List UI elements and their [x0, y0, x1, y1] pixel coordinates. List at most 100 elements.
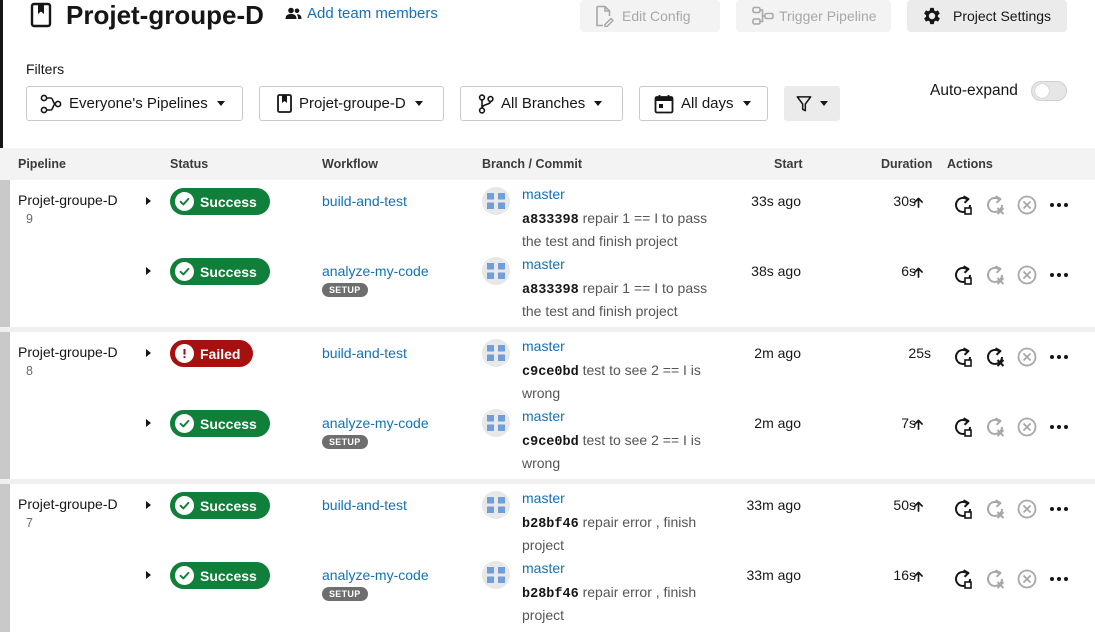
project-settings-button[interactable]: Project Settings [907, 0, 1067, 32]
status-label: Failed [200, 345, 241, 362]
more-actions-icon[interactable] [1047, 567, 1071, 591]
exclamation-icon [175, 344, 194, 363]
avatar [482, 409, 510, 437]
cancel-workflow-icon[interactable] [1015, 497, 1039, 521]
days-filter-dropdown[interactable]: All days [639, 86, 768, 121]
file-edit-icon [596, 5, 614, 27]
edit-config-button[interactable]: Edit Config [580, 0, 720, 32]
rerun-failed-jobs-icon[interactable] [983, 415, 1007, 439]
branch-link[interactable]: master [522, 338, 565, 354]
pipelines-page: Projet-groupe-D Add team members Edit Co… [0, 0, 1095, 632]
trigger-pipeline-button[interactable]: Trigger Pipeline [736, 0, 891, 32]
status-label: Success [200, 193, 257, 210]
setup-badge: SETUP [322, 283, 368, 297]
avatar [482, 491, 510, 519]
chevron-down-icon [594, 101, 603, 106]
cancel-workflow-icon[interactable] [1015, 415, 1039, 439]
rerun-workflow-icon[interactable] [951, 193, 975, 217]
rerun-workflow-icon[interactable] [951, 497, 975, 521]
workflow-link[interactable]: build-and-test [322, 193, 407, 209]
branch-link[interactable]: master [522, 490, 565, 506]
status-badge: Success [170, 562, 270, 589]
cancel-workflow-icon[interactable] [1015, 345, 1039, 369]
pipelines-filter-dropdown[interactable]: Everyone's Pipelines [26, 86, 243, 121]
page-title: Projet-groupe-D [66, 0, 264, 30]
status-badge: Success [170, 258, 270, 285]
status-label: Success [200, 497, 257, 514]
status-badge: Success [170, 410, 270, 437]
workflow-icon [40, 94, 62, 113]
pipeline-icon [752, 6, 774, 25]
filters-label: Filters [26, 61, 65, 77]
workflow-row: Failed build-and-test master c9ce0bd test t… [0, 332, 1091, 402]
workflow-link[interactable]: analyze-my-code [322, 567, 429, 583]
workflow-link[interactable]: build-and-test [322, 497, 407, 513]
setup-badge: SETUP [322, 435, 368, 449]
start-time: 33s ago [751, 193, 801, 209]
cancel-workflow-icon[interactable] [1015, 193, 1039, 217]
more-actions-icon[interactable] [1047, 497, 1071, 521]
branch-link[interactable]: master [522, 408, 565, 424]
column-header-pipeline: Pipeline [18, 157, 66, 171]
setup-badge: SETUP [322, 587, 368, 601]
commit-hash[interactable]: c9ce0bd [522, 435, 579, 450]
expand-chevron-icon[interactable] [146, 349, 151, 357]
auto-expand-toggle[interactable] [1031, 81, 1067, 101]
rerun-workflow-icon[interactable] [951, 263, 975, 287]
commit-hash[interactable]: c9ce0bd [522, 365, 579, 380]
add-team-members-label: Add team members [307, 5, 438, 22]
chevron-down-icon [742, 101, 751, 106]
add-team-members-link[interactable]: Add team members [285, 5, 438, 22]
more-actions-icon[interactable] [1047, 263, 1071, 287]
expand-chevron-icon[interactable] [146, 501, 151, 509]
commit-hash[interactable]: b28bf46 [522, 587, 579, 602]
rerun-workflow-icon[interactable] [951, 567, 975, 591]
status-badge: Success [170, 188, 270, 215]
arrow-up-icon [913, 499, 924, 517]
cancel-workflow-icon[interactable] [1015, 263, 1039, 287]
rerun-failed-jobs-icon[interactable] [983, 567, 1007, 591]
commit-info: c9ce0bd test to see 2 == I is wrong [522, 430, 722, 474]
commit-hash[interactable]: b28bf46 [522, 517, 579, 532]
status-label: Success [200, 567, 257, 584]
start-time: 2m ago [754, 415, 801, 431]
rerun-workflow-icon[interactable] [951, 345, 975, 369]
expand-chevron-icon[interactable] [146, 197, 151, 205]
expand-chevron-icon[interactable] [146, 419, 151, 427]
workflow-link[interactable]: analyze-my-code [322, 263, 429, 279]
expand-chevron-icon[interactable] [146, 267, 151, 275]
expand-chevron-icon[interactable] [146, 571, 151, 579]
rerun-failed-jobs-icon[interactable] [983, 345, 1007, 369]
workflow-row: Success analyze-my-code SETUP master c9ce0bd… [0, 402, 1091, 472]
rerun-failed-jobs-icon[interactable] [983, 193, 1007, 217]
column-header-actions: Actions [947, 157, 993, 171]
more-actions-icon[interactable] [1047, 415, 1071, 439]
project-filter-dropdown[interactable]: Projet-groupe-D [259, 86, 444, 121]
branch-link[interactable]: master [522, 560, 565, 576]
workflow-link[interactable]: analyze-my-code [322, 415, 429, 431]
commit-hash[interactable]: a833398 [522, 213, 579, 228]
arrow-up-icon [913, 569, 924, 587]
more-actions-icon[interactable] [1047, 345, 1071, 369]
avatar [482, 257, 510, 285]
status-badge: Failed [170, 340, 254, 367]
workflow-row: Success analyze-my-code SETUP master b28bf46… [0, 554, 1091, 624]
column-header-workflow: Workflow [322, 157, 379, 171]
branch-link[interactable]: master [522, 186, 565, 202]
auto-expand-label: Auto-expand [930, 82, 1018, 99]
funnel-icon [796, 95, 812, 111]
more-actions-icon[interactable] [1047, 193, 1071, 217]
advanced-filter-button[interactable] [784, 86, 840, 121]
column-header-status: Status [170, 157, 209, 171]
rerun-failed-jobs-icon[interactable] [983, 263, 1007, 287]
commit-hash[interactable]: a833398 [522, 283, 579, 298]
chevron-down-icon [820, 101, 828, 106]
start-time: 33m ago [746, 497, 801, 513]
rerun-failed-jobs-icon[interactable] [983, 497, 1007, 521]
cancel-workflow-icon[interactable] [1015, 567, 1039, 591]
branch-link[interactable]: master [522, 256, 565, 272]
workflow-link[interactable]: build-and-test [322, 345, 407, 361]
rerun-workflow-icon[interactable] [951, 415, 975, 439]
branches-filter-dropdown[interactable]: All Branches [460, 86, 623, 121]
chevron-down-icon [414, 101, 423, 106]
